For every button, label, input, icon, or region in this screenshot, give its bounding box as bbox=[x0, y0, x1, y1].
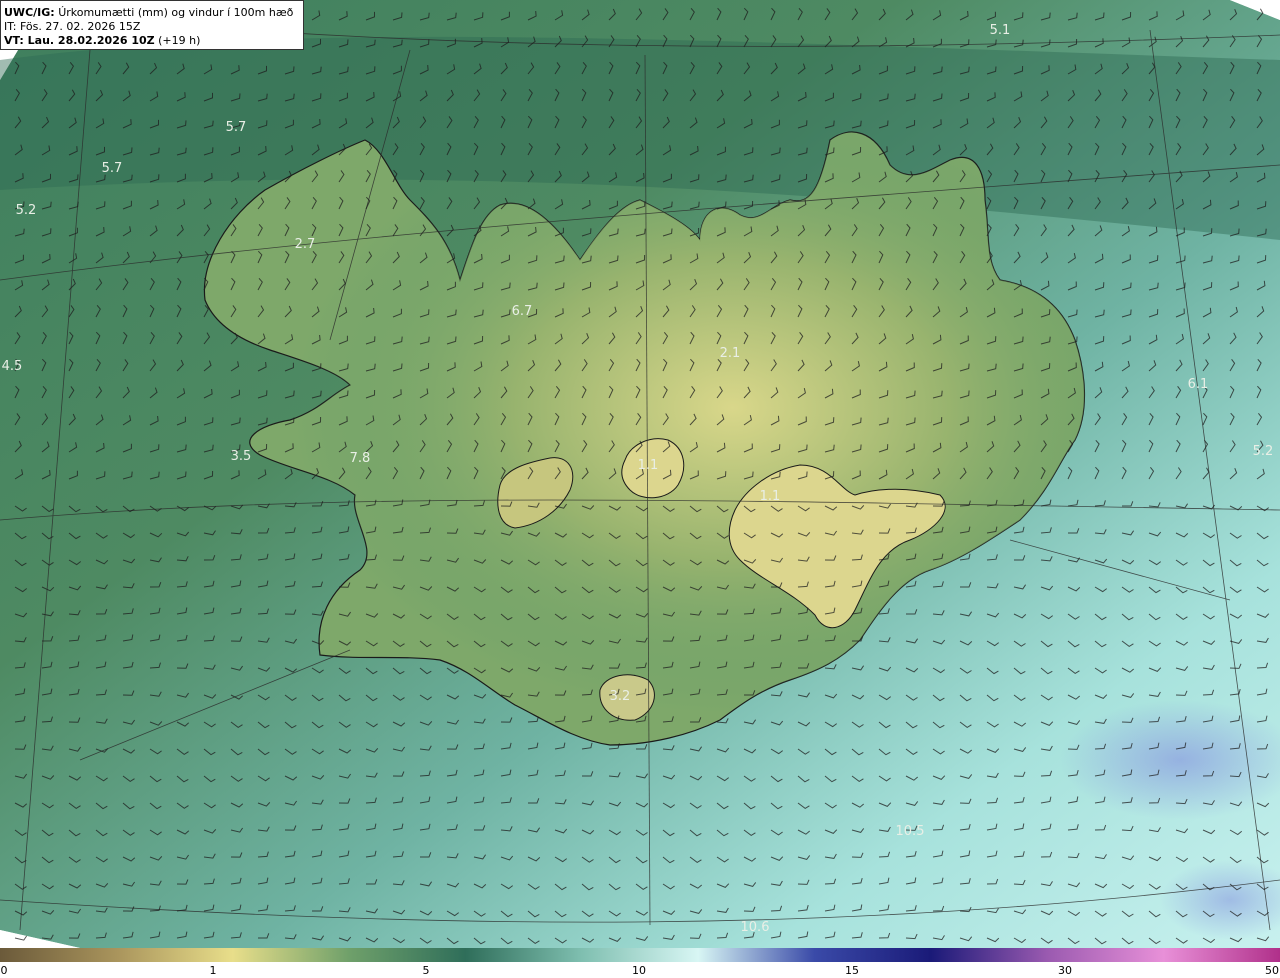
map-title-box: UWC/IG: Úrkomumætti (mm) og vindur í 100… bbox=[0, 0, 304, 50]
product-name: Úrkomumætti (mm) og vindur í 100m hæð bbox=[58, 6, 294, 19]
precip-value-label: 2.1 bbox=[720, 346, 741, 361]
forecast-offset: (+19 h) bbox=[158, 34, 201, 47]
precip-value-label: 10.6 bbox=[741, 920, 770, 935]
precip-value-label: 3.5 bbox=[231, 449, 252, 464]
title-line: UWC/IG: Úrkomumætti (mm) og vindur í 100… bbox=[4, 6, 303, 20]
init-time: IT: Fös. 27. 02. 2026 15Z bbox=[4, 20, 141, 33]
colorbar-tick-label: 1 bbox=[209, 964, 217, 977]
precip-value-label: 10.5 bbox=[896, 824, 925, 839]
precip-value-label: 2.7 bbox=[295, 237, 316, 252]
colorbar-tick-label: 30 bbox=[1058, 964, 1072, 977]
colorbar-tick-label: 10 bbox=[632, 964, 646, 977]
precip-value-label: 1.1 bbox=[760, 489, 781, 504]
precip-value-label: 5.2 bbox=[1253, 444, 1274, 459]
colorbar-tick-label: 5 bbox=[422, 964, 430, 977]
colorbar-legend: 0 1 5 10 15 30 50 bbox=[0, 948, 1280, 978]
precip-value-label: 6.7 bbox=[512, 304, 533, 319]
precip-value-label: 3.2 bbox=[610, 689, 631, 704]
precip-value-label: 1.1 bbox=[638, 458, 659, 473]
colorbar-tick-label: 15 bbox=[845, 964, 859, 977]
precip-value-label: 5.1 bbox=[990, 23, 1011, 38]
precip-value-label: 5.7 bbox=[102, 161, 123, 176]
valid-time-line: VT: Lau. 28.02.2026 10Z (+19 h) bbox=[4, 34, 303, 48]
model-code: UWC/IG: bbox=[4, 6, 55, 19]
valid-time: VT: Lau. 28.02.2026 10Z bbox=[4, 34, 155, 47]
precip-value-label: 6.1 bbox=[1188, 377, 1209, 392]
colorbar-tick-label: 0 bbox=[0, 964, 8, 977]
weather-map: 5.1 5.7 5.7 5.2 2.7 6.7 2.1 4.5 6.1 5.2 3.5 7.8 1.1 1… bbox=[0, 0, 1280, 948]
precip-value-label: 7.8 bbox=[350, 451, 371, 466]
precip-value-label: 5.7 bbox=[226, 120, 247, 135]
colorbar-strip bbox=[0, 948, 1280, 962]
precip-value-label: 5.2 bbox=[16, 203, 37, 218]
precip-value-label: 4.5 bbox=[2, 359, 23, 374]
colorbar-tick-label: 50 bbox=[1265, 964, 1279, 977]
